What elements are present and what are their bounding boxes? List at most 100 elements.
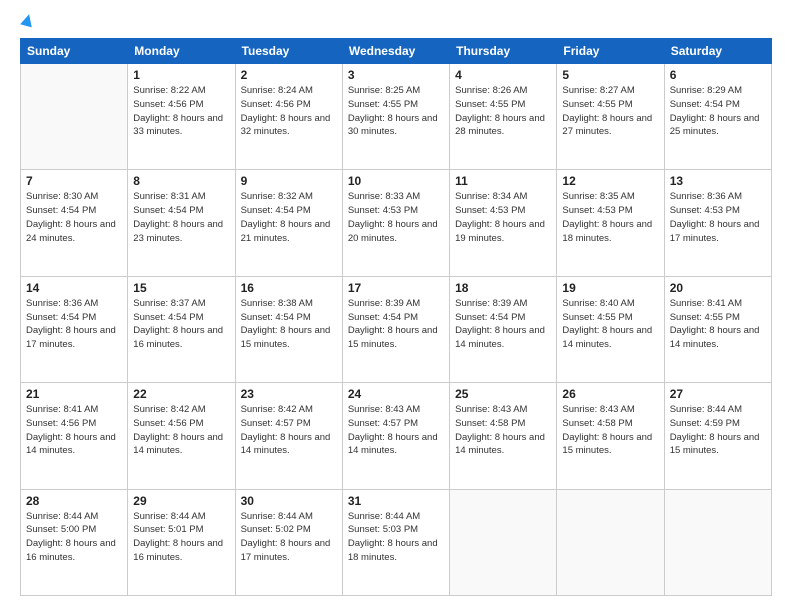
- day-info: Sunrise: 8:37 AM Sunset: 4:54 PM Dayligh…: [133, 297, 229, 352]
- calendar-cell: [21, 64, 128, 170]
- day-number: 7: [26, 174, 122, 188]
- calendar-header-saturday: Saturday: [664, 39, 771, 64]
- calendar-cell: 23 Sunrise: 8:42 AM Sunset: 4:57 PM Dayli…: [235, 383, 342, 489]
- calendar-cell: 2 Sunrise: 8:24 AM Sunset: 4:56 PM Daylig…: [235, 64, 342, 170]
- day-number: 29: [133, 494, 229, 508]
- calendar-cell: 11 Sunrise: 8:34 AM Sunset: 4:53 PM Dayli…: [450, 170, 557, 276]
- calendar-cell: 6 Sunrise: 8:29 AM Sunset: 4:54 PM Daylig…: [664, 64, 771, 170]
- calendar-cell: 18 Sunrise: 8:39 AM Sunset: 4:54 PM Dayli…: [450, 276, 557, 382]
- day-number: 6: [670, 68, 766, 82]
- logo: [20, 16, 34, 28]
- calendar-cell: 20 Sunrise: 8:41 AM Sunset: 4:55 PM Dayli…: [664, 276, 771, 382]
- calendar-cell: 19Sunrise: 8:40 AM Sunset: 4:55 PM Dayli…: [557, 276, 664, 382]
- day-info: Sunrise: 8:43 AM Sunset: 4:58 PM Dayligh…: [455, 403, 551, 458]
- day-info: Sunrise: 8:41 AM Sunset: 4:55 PM Dayligh…: [670, 297, 766, 352]
- day-number: 21: [26, 387, 122, 401]
- day-number: 20: [670, 281, 766, 295]
- calendar-cell: 16 Sunrise: 8:38 AM Sunset: 4:54 PM Dayli…: [235, 276, 342, 382]
- day-number: 3: [348, 68, 444, 82]
- day-number: 27: [670, 387, 766, 401]
- day-number: 14: [26, 281, 122, 295]
- header: [20, 16, 772, 28]
- day-info: Sunrise: 8:25 AM Sunset: 4:55 PM Dayligh…: [348, 84, 444, 139]
- day-info: Sunrise: 8:27 AM Sunset: 4:55 PM Dayligh…: [562, 84, 658, 139]
- calendar-cell: 7 Sunrise: 8:30 AM Sunset: 4:54 PM Daylig…: [21, 170, 128, 276]
- calendar-header-row: SundayMondayTuesdayWednesdayThursdayFrid…: [21, 39, 772, 64]
- calendar-cell: 12 Sunrise: 8:35 AM Sunset: 4:53 PM Dayli…: [557, 170, 664, 276]
- calendar-header-tuesday: Tuesday: [235, 39, 342, 64]
- day-number: 5: [562, 68, 658, 82]
- calendar-cell: [450, 489, 557, 595]
- day-number: 10: [348, 174, 444, 188]
- day-number: 12: [562, 174, 658, 188]
- day-number: 25: [455, 387, 551, 401]
- calendar-cell: 24 Sunrise: 8:43 AM Sunset: 4:57 PM Dayli…: [342, 383, 449, 489]
- day-info: Sunrise: 8:31 AM Sunset: 4:54 PM Dayligh…: [133, 190, 229, 245]
- calendar-cell: 4 Sunrise: 8:26 AM Sunset: 4:55 PM Daylig…: [450, 64, 557, 170]
- calendar-week-4: 21 Sunrise: 8:41 AM Sunset: 4:56 PM Dayli…: [21, 383, 772, 489]
- calendar-cell: 31 Sunrise: 8:44 AM Sunset: 5:03 PM Dayli…: [342, 489, 449, 595]
- day-number: 4: [455, 68, 551, 82]
- day-info: Sunrise: 8:24 AM Sunset: 4:56 PM Dayligh…: [241, 84, 337, 139]
- logo-triangle-icon: [20, 13, 35, 28]
- calendar-cell: 30Sunrise: 8:44 AM Sunset: 5:02 PM Dayli…: [235, 489, 342, 595]
- day-info: Sunrise: 8:40 AM Sunset: 4:55 PM Dayligh…: [562, 297, 658, 352]
- calendar-week-2: 7 Sunrise: 8:30 AM Sunset: 4:54 PM Daylig…: [21, 170, 772, 276]
- day-info: Sunrise: 8:29 AM Sunset: 4:54 PM Dayligh…: [670, 84, 766, 139]
- day-info: Sunrise: 8:42 AM Sunset: 4:56 PM Dayligh…: [133, 403, 229, 458]
- day-number: 31: [348, 494, 444, 508]
- day-info: Sunrise: 8:44 AM Sunset: 4:59 PM Dayligh…: [670, 403, 766, 458]
- day-info: Sunrise: 8:39 AM Sunset: 4:54 PM Dayligh…: [455, 297, 551, 352]
- day-info: Sunrise: 8:43 AM Sunset: 4:58 PM Dayligh…: [562, 403, 658, 458]
- day-number: 23: [241, 387, 337, 401]
- day-number: 9: [241, 174, 337, 188]
- day-info: Sunrise: 8:41 AM Sunset: 4:56 PM Dayligh…: [26, 403, 122, 458]
- day-number: 28: [26, 494, 122, 508]
- day-number: 17: [348, 281, 444, 295]
- day-info: Sunrise: 8:30 AM Sunset: 4:54 PM Dayligh…: [26, 190, 122, 245]
- day-number: 26: [562, 387, 658, 401]
- day-info: Sunrise: 8:39 AM Sunset: 4:54 PM Dayligh…: [348, 297, 444, 352]
- page: SundayMondayTuesdayWednesdayThursdayFrid…: [0, 0, 792, 612]
- calendar-header-wednesday: Wednesday: [342, 39, 449, 64]
- day-info: Sunrise: 8:44 AM Sunset: 5:03 PM Dayligh…: [348, 510, 444, 565]
- day-number: 13: [670, 174, 766, 188]
- day-info: Sunrise: 8:44 AM Sunset: 5:01 PM Dayligh…: [133, 510, 229, 565]
- calendar-cell: [664, 489, 771, 595]
- day-number: 30: [241, 494, 337, 508]
- day-number: 15: [133, 281, 229, 295]
- day-number: 11: [455, 174, 551, 188]
- calendar-cell: 8 Sunrise: 8:31 AM Sunset: 4:54 PM Daylig…: [128, 170, 235, 276]
- calendar-header-sunday: Sunday: [21, 39, 128, 64]
- day-info: Sunrise: 8:35 AM Sunset: 4:53 PM Dayligh…: [562, 190, 658, 245]
- calendar-cell: 26 Sunrise: 8:43 AM Sunset: 4:58 PM Dayli…: [557, 383, 664, 489]
- day-info: Sunrise: 8:42 AM Sunset: 4:57 PM Dayligh…: [241, 403, 337, 458]
- calendar: SundayMondayTuesdayWednesdayThursdayFrid…: [20, 38, 772, 596]
- day-info: Sunrise: 8:36 AM Sunset: 4:54 PM Dayligh…: [26, 297, 122, 352]
- day-number: 18: [455, 281, 551, 295]
- calendar-cell: 9Sunrise: 8:32 AM Sunset: 4:54 PM Daylig…: [235, 170, 342, 276]
- calendar-cell: 10Sunrise: 8:33 AM Sunset: 4:53 PM Dayli…: [342, 170, 449, 276]
- calendar-cell: [557, 489, 664, 595]
- day-info: Sunrise: 8:43 AM Sunset: 4:57 PM Dayligh…: [348, 403, 444, 458]
- day-number: 24: [348, 387, 444, 401]
- calendar-cell: 5 Sunrise: 8:27 AM Sunset: 4:55 PM Daylig…: [557, 64, 664, 170]
- day-number: 22: [133, 387, 229, 401]
- day-info: Sunrise: 8:34 AM Sunset: 4:53 PM Dayligh…: [455, 190, 551, 245]
- day-info: Sunrise: 8:44 AM Sunset: 5:00 PM Dayligh…: [26, 510, 122, 565]
- calendar-cell: 27 Sunrise: 8:44 AM Sunset: 4:59 PM Dayli…: [664, 383, 771, 489]
- day-number: 16: [241, 281, 337, 295]
- calendar-header-monday: Monday: [128, 39, 235, 64]
- day-number: 2: [241, 68, 337, 82]
- calendar-header-friday: Friday: [557, 39, 664, 64]
- calendar-week-5: 28 Sunrise: 8:44 AM Sunset: 5:00 PM Dayli…: [21, 489, 772, 595]
- day-info: Sunrise: 8:26 AM Sunset: 4:55 PM Dayligh…: [455, 84, 551, 139]
- calendar-cell: 13 Sunrise: 8:36 AM Sunset: 4:53 PM Dayli…: [664, 170, 771, 276]
- day-info: Sunrise: 8:38 AM Sunset: 4:54 PM Dayligh…: [241, 297, 337, 352]
- day-info: Sunrise: 8:36 AM Sunset: 4:53 PM Dayligh…: [670, 190, 766, 245]
- day-info: Sunrise: 8:22 AM Sunset: 4:56 PM Dayligh…: [133, 84, 229, 139]
- day-number: 8: [133, 174, 229, 188]
- day-number: 1: [133, 68, 229, 82]
- calendar-cell: 3 Sunrise: 8:25 AM Sunset: 4:55 PM Daylig…: [342, 64, 449, 170]
- calendar-header-thursday: Thursday: [450, 39, 557, 64]
